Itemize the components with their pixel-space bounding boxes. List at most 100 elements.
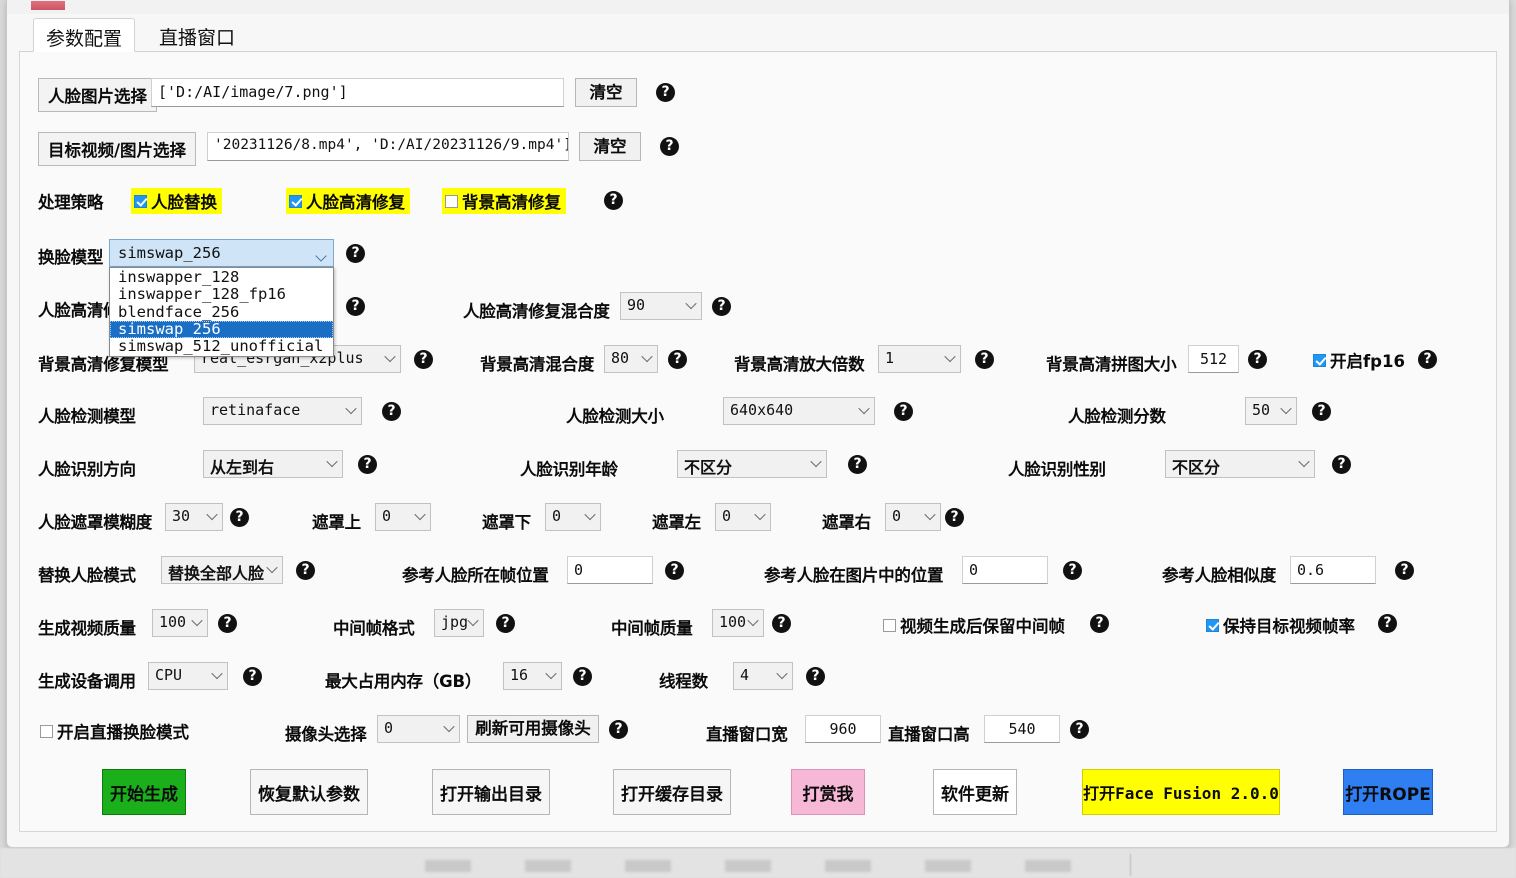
open-rope-button[interactable]: 打开ROPE: [1343, 769, 1433, 815]
detect-size-help-icon[interactable]: ?: [894, 402, 913, 421]
strategy-option-face-swap[interactable]: 人脸替换: [131, 188, 222, 214]
mask-left-select[interactable]: 0: [715, 503, 771, 531]
mask-right-select[interactable]: 0: [885, 503, 941, 531]
ref-face-similarity-input[interactable]: 0.6: [1290, 556, 1376, 584]
ref-frame-pos-help-icon[interactable]: ?: [665, 561, 684, 580]
restore-defaults-button[interactable]: 恢复默认参数: [250, 769, 368, 815]
recognize-gender-select[interactable]: 不区分: [1165, 450, 1315, 478]
ref-face-similarity-help-icon[interactable]: ?: [1395, 561, 1414, 580]
face-image-path-input[interactable]: ['D:/AI/image/7.png']: [151, 78, 564, 107]
target-media-path-input[interactable]: '20231126/8.mp4', 'D:/AI/20231126/9.mp4'…: [207, 132, 569, 161]
bg-tile-size-input[interactable]: 512: [1188, 345, 1239, 373]
recognize-gender-help-icon[interactable]: ?: [1332, 455, 1351, 474]
enable-fp16-checkbox[interactable]: [1313, 354, 1326, 367]
face-enhance-checkbox[interactable]: [289, 195, 302, 208]
swap-model-option-3[interactable]: simswap_256: [110, 321, 333, 338]
keep-fps-help-icon[interactable]: ?: [1378, 614, 1397, 633]
frame-format-select[interactable]: jpg: [434, 609, 484, 637]
mask-blur-select[interactable]: 30: [165, 503, 223, 531]
detect-score-help-icon[interactable]: ?: [1312, 402, 1331, 421]
video-quality-select[interactable]: 100: [152, 609, 208, 637]
swap-model-dropdown-list[interactable]: inswapper_128 inswapper_128_fp16 blendfa…: [109, 267, 334, 357]
threads-select[interactable]: 4: [733, 662, 793, 690]
max-memory-select[interactable]: 16: [503, 662, 562, 690]
refresh-camera-button[interactable]: 刷新可用摄像头: [467, 715, 599, 743]
live-mode-option[interactable]: 开启直播换脸模式: [40, 719, 189, 743]
mask-bottom-select[interactable]: 0: [545, 503, 601, 531]
strategy-help-icon[interactable]: ?: [604, 191, 623, 210]
open-face-fusion-button[interactable]: 打开Face Fusion 2.0.0: [1082, 769, 1280, 815]
camera-select-dropdown[interactable]: 0: [377, 715, 460, 743]
keep-frames-help-icon[interactable]: ?: [1090, 614, 1109, 633]
open-cache-dir-button[interactable]: 打开缓存目录: [613, 769, 731, 815]
tab-live-window[interactable]: 直播窗口: [147, 18, 247, 52]
bg-enhance-model-help-icon[interactable]: ?: [414, 350, 433, 369]
recognize-age-select[interactable]: 不区分: [677, 450, 827, 478]
ref-face-pos-input[interactable]: 0: [962, 556, 1048, 584]
donate-button[interactable]: 打赏我: [791, 769, 865, 815]
recognize-direction-help-icon[interactable]: ?: [358, 455, 377, 474]
swap-mode-help-icon[interactable]: ?: [296, 561, 315, 580]
refresh-camera-help-icon[interactable]: ?: [609, 720, 628, 739]
frame-format-help-icon[interactable]: ?: [496, 614, 515, 633]
bg-tile-size-help-icon[interactable]: ?: [1248, 350, 1267, 369]
recognize-direction-select[interactable]: 从左到右: [203, 450, 343, 478]
live-height-input[interactable]: 540: [984, 715, 1060, 743]
frame-quality-help-icon[interactable]: ?: [772, 614, 791, 633]
detect-model-select[interactable]: retinaface: [203, 397, 362, 425]
detect-score-select[interactable]: 50: [1245, 397, 1297, 425]
bg-scale-select[interactable]: 1: [878, 345, 961, 373]
ref-face-pos-help-icon[interactable]: ?: [1063, 561, 1082, 580]
start-generate-button[interactable]: 开始生成: [102, 769, 186, 815]
swap-model-option-1[interactable]: inswapper_128_fp16: [110, 286, 333, 303]
face-enhance-model-help-icon[interactable]: ?: [346, 297, 365, 316]
swap-model-option-0[interactable]: inswapper_128: [110, 269, 333, 286]
target-media-clear-button[interactable]: 清空: [579, 132, 641, 161]
enable-fp16-option[interactable]: 开启fp16: [1313, 348, 1405, 372]
swap-model-combobox[interactable]: simswap_256: [109, 239, 334, 267]
mask-right-help-icon[interactable]: ?: [945, 508, 964, 527]
face-image-select-label[interactable]: 人脸图片选择: [38, 78, 157, 112]
face-image-help-icon[interactable]: ?: [656, 83, 675, 102]
keep-fps-checkbox[interactable]: [1206, 619, 1219, 632]
taskbar-items[interactable]: [425, 860, 1125, 872]
strategy-option-bg-enhance[interactable]: 背景高清修复: [442, 188, 566, 214]
max-memory-help-icon[interactable]: ?: [573, 667, 592, 686]
target-media-help-icon[interactable]: ?: [660, 137, 679, 156]
ref-frame-pos-input[interactable]: 0: [567, 556, 653, 584]
live-width-input[interactable]: 960: [805, 715, 881, 743]
enable-fp16-help-icon[interactable]: ?: [1418, 350, 1437, 369]
bg-enhance-blend-select[interactable]: 80: [604, 345, 658, 373]
recognize-age-help-icon[interactable]: ?: [848, 455, 867, 474]
threads-help-icon[interactable]: ?: [806, 667, 825, 686]
face-enhance-blend-select[interactable]: 90: [620, 292, 702, 320]
swap-mode-select[interactable]: 替换全部人脸: [161, 556, 283, 584]
tab-parameters[interactable]: 参数配置: [33, 18, 135, 52]
detect-model-help-icon[interactable]: ?: [382, 402, 401, 421]
software-update-button[interactable]: 软件更新: [933, 769, 1017, 815]
frame-quality-select[interactable]: 100: [712, 609, 764, 637]
face-enhance-blend-help-icon[interactable]: ?: [712, 297, 731, 316]
bg-scale-help-icon[interactable]: ?: [975, 350, 994, 369]
detect-size-select[interactable]: 640x640: [723, 397, 875, 425]
swap-model-help-icon[interactable]: ?: [346, 244, 365, 263]
device-help-icon[interactable]: ?: [243, 667, 262, 686]
live-size-help-icon[interactable]: ?: [1070, 720, 1089, 739]
keep-fps-option[interactable]: 保持目标视频帧率: [1206, 613, 1355, 637]
face-swap-checkbox[interactable]: [134, 195, 147, 208]
face-image-clear-button[interactable]: 清空: [575, 78, 637, 107]
bg-enhance-blend-help-icon[interactable]: ?: [668, 350, 687, 369]
keep-frames-option[interactable]: 视频生成后保留中间帧: [883, 613, 1065, 637]
swap-model-option-2[interactable]: blendface_256: [110, 304, 333, 321]
live-mode-checkbox[interactable]: [40, 725, 53, 738]
target-media-select-label[interactable]: 目标视频/图片选择: [38, 132, 196, 166]
device-select[interactable]: CPU: [148, 662, 228, 690]
keep-frames-checkbox[interactable]: [883, 619, 896, 632]
mask-top-select[interactable]: 0: [375, 503, 431, 531]
mask-blur-help-icon[interactable]: ?: [230, 508, 249, 527]
bg-enhance-checkbox[interactable]: [445, 195, 458, 208]
video-quality-help-icon[interactable]: ?: [218, 614, 237, 633]
swap-model-option-4[interactable]: simswap_512_unofficial: [110, 338, 333, 355]
open-output-dir-button[interactable]: 打开输出目录: [432, 769, 550, 815]
strategy-option-face-enhance[interactable]: 人脸高清修复: [286, 188, 410, 214]
